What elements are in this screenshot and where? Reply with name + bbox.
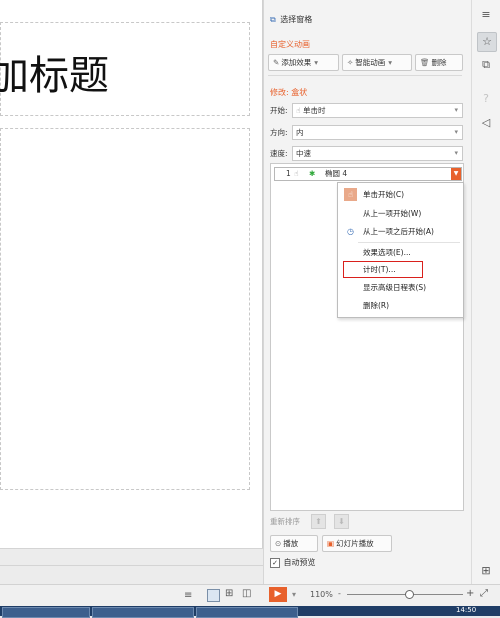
menu-item-delete[interactable]: 删除(R): [338, 297, 463, 314]
properties-icon[interactable]: ≡: [477, 6, 495, 24]
direction-select[interactable]: 内 ▾: [292, 125, 463, 140]
zoom-slider-thumb[interactable]: [405, 590, 414, 599]
menu-separator: [358, 242, 460, 243]
play-button[interactable]: ⊙ 播放: [270, 535, 318, 552]
slideshow-label: 幻灯片播放: [336, 539, 374, 548]
slide-canvas[interactable]: 加标题: [0, 0, 263, 548]
grid-icon[interactable]: ⊞: [477, 562, 495, 580]
menu-item-label: 单击开始(C): [363, 190, 405, 199]
reading-view-icon[interactable]: ◫: [242, 588, 251, 599]
zoom-in-icon[interactable]: +: [466, 588, 474, 599]
selection-pane-icon: ⧉: [270, 15, 276, 24]
help-icon[interactable]: ?: [477, 90, 495, 108]
animation-index: 1: [286, 169, 291, 178]
selection-pane-link[interactable]: ⧉ 选择窗格: [270, 14, 340, 26]
notes-area[interactable]: [0, 548, 263, 585]
mouse-click-icon: ☝: [294, 169, 299, 178]
auto-preview-checkbox[interactable]: ✓ 自动预览: [270, 557, 316, 569]
move-down-button[interactable]: ⬇: [334, 514, 349, 529]
checkbox-checked-icon: ✓: [270, 557, 280, 568]
speed-select[interactable]: 中速 ▾: [292, 146, 463, 161]
sound-icon[interactable]: ◁: [477, 114, 495, 132]
start-value: 单击时: [302, 106, 326, 115]
trash-icon: 🗑: [420, 58, 430, 67]
selection-pane-label: 选择窗格: [280, 15, 313, 24]
divider: [268, 75, 462, 76]
dropdown-arrow-icon: ▾: [314, 58, 319, 67]
add-effect-button[interactable]: ✎ 添加效果 ▾: [268, 54, 339, 71]
slideshow-icon: ▣: [327, 539, 335, 548]
animation-star-icon[interactable]: ☆: [477, 32, 497, 52]
slideshow-button[interactable]: ▣ 幻灯片播放: [322, 535, 392, 552]
zoom-out-icon[interactable]: -: [338, 589, 341, 598]
chevron-down-icon: ▾: [454, 128, 458, 136]
slide-sorter-icon[interactable]: ⊞: [225, 588, 233, 599]
menu-item-with-previous[interactable]: 从上一项开始(W): [338, 205, 463, 222]
start-label: 开始:: [270, 106, 288, 115]
menu-item-after-previous[interactable]: ◷ 从上一项之后开始(A): [338, 223, 463, 240]
chevron-down-icon[interactable]: ▾: [292, 590, 296, 599]
mouse-click-icon: ☝: [344, 188, 357, 201]
pencil-icon: ✎: [273, 58, 280, 67]
item-dropdown-button[interactable]: ▼: [451, 168, 461, 180]
reorder-label: 重新排序: [270, 517, 300, 526]
speed-value: 中速: [296, 149, 311, 158]
play-slideshow-button[interactable]: ▶: [269, 587, 287, 602]
menu-item-label: 从上一项开始(W): [363, 209, 422, 218]
smart-animation-label: 智能动画: [355, 58, 386, 67]
taskbar-item[interactable]: [92, 607, 194, 618]
menu-item-label: 从上一项之后开始(A): [363, 227, 434, 236]
notes-divider: [0, 565, 263, 566]
direction-label: 方向:: [270, 128, 288, 137]
taskbar-item[interactable]: [2, 607, 90, 618]
move-up-button[interactable]: ⬆: [311, 514, 326, 529]
star-effect-icon: ✱: [309, 169, 316, 178]
transition-icon[interactable]: ⧉: [477, 56, 495, 74]
mouse-click-icon: ☝: [296, 106, 301, 115]
normal-view-icon[interactable]: [207, 589, 220, 602]
chevron-down-icon: ▾: [454, 106, 458, 114]
speed-label: 速度:: [270, 149, 288, 158]
animation-context-menu: ☝ 单击开始(C) 从上一项开始(W) ◷ 从上一项之后开始(A) 效果选项(E…: [337, 182, 464, 318]
start-select[interactable]: ☝ 单击时 ▾: [292, 103, 463, 118]
menu-item-timing[interactable]: 计时(T)...: [338, 261, 463, 278]
content-placeholder[interactable]: [0, 128, 250, 490]
modify-heading: 修改: 盒状: [270, 88, 308, 97]
taskbar-item[interactable]: [196, 607, 298, 618]
animation-list-item[interactable]: 1 ☝ ✱ 椭圆 4 ▼: [274, 167, 462, 181]
animation-name: 椭圆 4: [325, 169, 348, 178]
title-placeholder[interactable]: 加标题: [0, 22, 250, 116]
status-bar: ≡ ⊞ ◫ ▶ ▾ 110% - + ⤢: [0, 584, 500, 607]
clock-icon: ◷: [347, 227, 354, 236]
direction-value: 内: [296, 128, 304, 137]
fit-window-icon[interactable]: ⤢: [480, 588, 488, 599]
menu-item-advanced-timeline[interactable]: 显示高级日程表(S): [338, 279, 463, 296]
menu-item-label: 显示高级日程表(S): [363, 283, 427, 292]
taskbar-clock: 14:50: [456, 606, 477, 614]
slide-editing-area: 加标题: [0, 0, 263, 548]
arrow-down-icon: ⬇: [338, 517, 345, 526]
right-sidebar: ≡ ☆ ⧉ ? ◁ ⊞: [471, 0, 500, 584]
menu-item-label: 效果选项(E)...: [363, 248, 411, 257]
delete-effect-button[interactable]: 🗑 删除: [415, 54, 463, 71]
chevron-down-icon: ▾: [454, 149, 458, 157]
menu-item-effect-options[interactable]: 效果选项(E)...: [338, 244, 463, 261]
taskbar: 14:50: [0, 606, 500, 618]
menu-item-label: 删除(R): [363, 301, 390, 310]
magic-wand-icon: ✧: [347, 58, 354, 67]
arrow-up-icon: ⬆: [315, 517, 322, 526]
zoom-level[interactable]: 110%: [310, 590, 333, 599]
menu-item-start-on-click[interactable]: ☝ 单击开始(C): [338, 186, 463, 203]
play-label: 播放: [283, 539, 299, 548]
slide-title-text: 加标题: [0, 53, 109, 99]
play-circle-icon: ⊙: [275, 539, 282, 548]
menu-item-label: 计时(T)...: [363, 265, 396, 274]
delete-label: 删除: [431, 58, 447, 67]
auto-preview-label: 自动预览: [283, 558, 316, 567]
notes-toggle-icon[interactable]: ≡: [184, 590, 192, 601]
custom-animation-heading: 自定义动画: [270, 40, 310, 49]
add-effect-label: 添加效果: [281, 58, 312, 67]
dropdown-arrow-icon: ▾: [388, 58, 393, 67]
smart-animation-button[interactable]: ✧ 智能动画 ▾: [342, 54, 412, 71]
